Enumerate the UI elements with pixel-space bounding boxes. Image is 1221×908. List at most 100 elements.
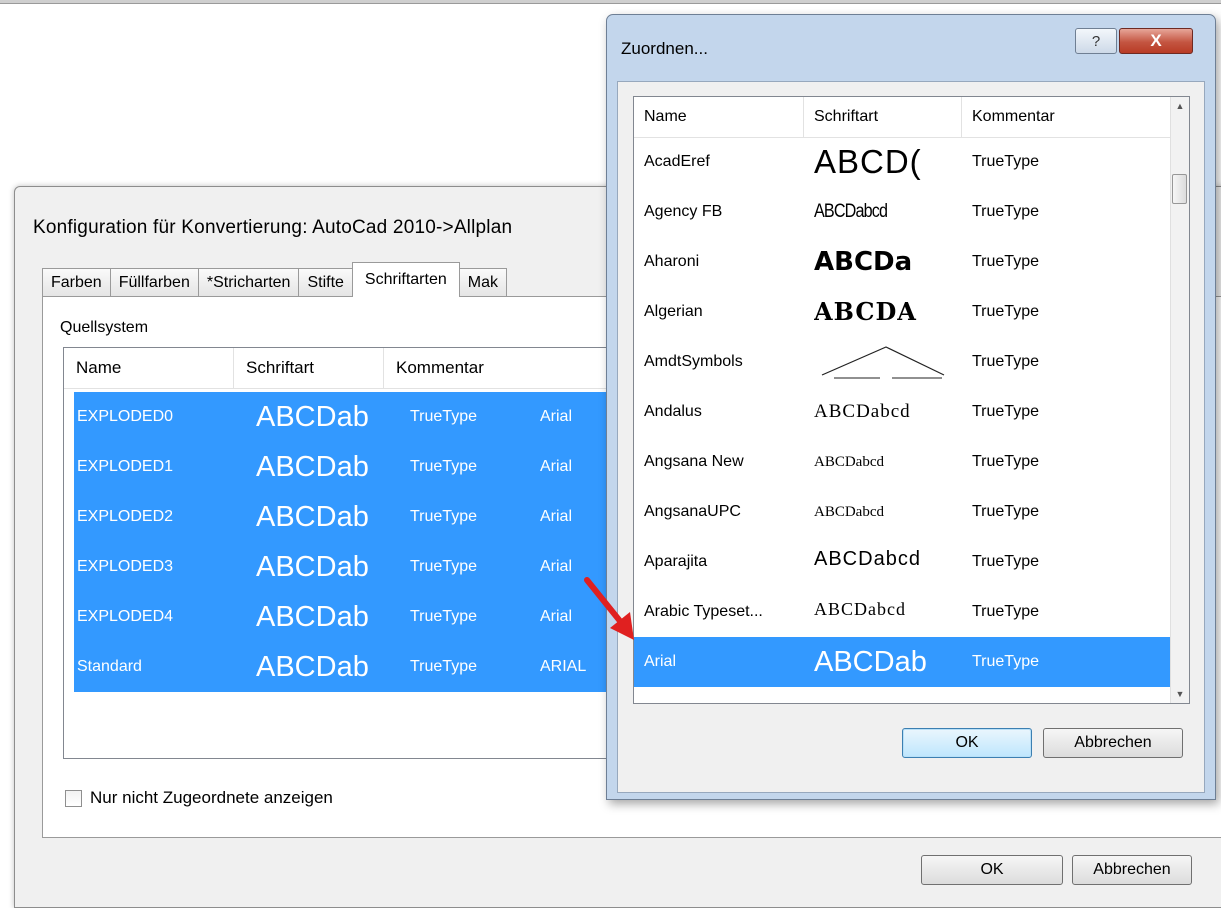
- column-header-comment[interactable]: Kommentar: [962, 97, 1172, 137]
- font-comment: TrueType: [972, 603, 1039, 620]
- font-name: Algerian: [644, 303, 703, 320]
- column-header-font[interactable]: Schriftart: [804, 97, 962, 137]
- source-system-label: Quellsystem: [60, 319, 149, 336]
- scroll-up-icon[interactable]: ▲: [1171, 97, 1189, 115]
- unassigned-only-checkbox[interactable]: [65, 789, 82, 807]
- ok-button[interactable]: OK: [902, 728, 1032, 758]
- target-font-list[interactable]: Name Schriftart Kommentar AcadEref ABCD(…: [633, 96, 1190, 704]
- font-preview: ABCDab: [256, 601, 369, 633]
- list-item[interactable]: Algerian ABCDA TrueType: [634, 287, 1172, 337]
- font-comment: TrueType: [972, 553, 1039, 570]
- font-comment: TrueType: [972, 453, 1039, 470]
- font-name: Aparajita: [644, 553, 708, 570]
- row-comment: TrueType: [410, 658, 477, 675]
- font-name: Arial: [644, 653, 677, 670]
- close-icon: X: [1150, 31, 1162, 50]
- tab-fuellfarben[interactable]: Füllfarben: [109, 268, 199, 297]
- cancel-button[interactable]: Abbrechen: [1043, 728, 1183, 758]
- row-name: EXPLODED1: [77, 458, 174, 475]
- column-header-font[interactable]: Schriftart: [234, 348, 384, 388]
- row-name: EXPLODED3: [77, 558, 174, 575]
- tab-strip: Farben Füllfarben *Stricharten Stifte Sc…: [42, 262, 507, 297]
- font-name: Arabic Typeset...: [644, 603, 763, 620]
- list-item[interactable]: AmdtSymbols TrueType: [634, 337, 1172, 387]
- symbol-preview: [814, 337, 956, 387]
- font-comment: TrueType: [972, 303, 1039, 320]
- row-comment: TrueType: [410, 558, 477, 575]
- tab-farben[interactable]: Farben: [42, 268, 111, 297]
- font-preview: ABCDab: [256, 451, 369, 483]
- scroll-down-icon[interactable]: ▼: [1171, 685, 1189, 703]
- list-item[interactable]: AcadEref ABCD( TrueType: [634, 137, 1172, 187]
- font-preview: ABCDabcd: [814, 548, 921, 570]
- column-header-name[interactable]: Name: [634, 97, 804, 137]
- font-preview: ABCDabcd: [814, 201, 888, 222]
- font-preview: ABCDa: [814, 247, 913, 277]
- row-comment: TrueType: [410, 508, 477, 525]
- font-comment: TrueType: [972, 403, 1039, 420]
- font-preview: ABCDab: [256, 651, 369, 683]
- font-comment: TrueType: [972, 253, 1039, 270]
- tab-stifte[interactable]: Stifte: [298, 268, 353, 297]
- font-preview: ABCD(: [814, 143, 922, 180]
- assign-dialog-title: Zuordnen...: [621, 39, 708, 58]
- font-name: AngsanaUPC: [644, 503, 741, 520]
- row-comment: TrueType: [410, 608, 477, 625]
- list-item[interactable]: Aparajita ABCDabcd TrueType: [634, 537, 1172, 587]
- font-comment: TrueType: [972, 653, 1039, 670]
- unassigned-only-label: Nur nicht Zugeordnete anzeigen: [90, 788, 333, 807]
- font-preview: ABCDA: [814, 297, 917, 326]
- font-preview: ABCDab: [814, 646, 927, 678]
- row-comment: TrueType: [410, 408, 477, 425]
- font-comment: TrueType: [972, 153, 1039, 170]
- tab-schriftarten[interactable]: Schriftarten: [351, 262, 460, 297]
- close-button[interactable]: X: [1119, 28, 1193, 54]
- cancel-button[interactable]: Abbrechen: [1072, 855, 1192, 885]
- font-name: Agency FB: [644, 203, 723, 220]
- list-item[interactable]: Arabic Typeset... ABCDabcd TrueType: [634, 587, 1172, 637]
- font-preview: ABCDab: [256, 401, 369, 433]
- help-icon: ?: [1091, 32, 1101, 50]
- source-font-list[interactable]: Name Schriftart Kommentar EXPLODED0 ABCD…: [63, 347, 685, 759]
- scroll-thumb[interactable]: [1172, 174, 1187, 204]
- unassigned-only-option[interactable]: Nur nicht Zugeordnete anzeigen: [65, 788, 333, 808]
- font-preview: ABCDabcd: [814, 454, 884, 470]
- font-preview: ABCDabcd: [814, 599, 906, 619]
- font-preview: ABCDabcd: [814, 401, 911, 422]
- help-button[interactable]: ?: [1075, 28, 1117, 54]
- ok-button[interactable]: OK: [921, 855, 1063, 885]
- assign-dialog: Zuordnen... ? X Name Schriftart Kommenta…: [606, 14, 1216, 800]
- table-row[interactable]: EXPLODED2 ABCDab TrueType Arial: [74, 492, 684, 542]
- list-item[interactable]: Angsana New ABCDabcd TrueType: [634, 437, 1172, 487]
- list-item-selected[interactable]: Arial ABCDab TrueType: [634, 637, 1172, 687]
- table-row[interactable]: EXPLODED0 ABCDab TrueType Arial: [74, 392, 684, 442]
- list-item[interactable]: AngsanaUPC ABCDabcd TrueType: [634, 487, 1172, 537]
- tab-makros[interactable]: Mak: [458, 268, 507, 297]
- list-item[interactable]: Andalus ABCDabcd TrueType: [634, 387, 1172, 437]
- font-preview: ABCDab: [256, 501, 369, 533]
- tab-stricharten[interactable]: *Stricharten: [197, 268, 300, 297]
- table-row[interactable]: EXPLODED1 ABCDab TrueType Arial: [74, 442, 684, 492]
- font-name: Andalus: [644, 403, 702, 420]
- font-name: Angsana New: [644, 453, 744, 470]
- list-header: Name Schriftart Kommentar: [64, 348, 684, 389]
- font-comment: TrueType: [972, 503, 1039, 520]
- dialog-title: Konfiguration für Konvertierung: AutoCad…: [33, 217, 513, 238]
- vertical-scrollbar[interactable]: ▲ ▼: [1170, 97, 1189, 703]
- list-item[interactable]: Aharoni ABCDa TrueType: [634, 237, 1172, 287]
- red-arrow-icon: [584, 577, 634, 640]
- font-name: AcadEref: [644, 153, 710, 170]
- row-name: Standard: [77, 658, 142, 675]
- font-preview: ABCDabcd: [814, 504, 884, 520]
- row-name: EXPLODED0: [77, 408, 174, 425]
- background-window-edge: [0, 0, 1221, 4]
- source-rows: EXPLODED0 ABCDab TrueType Arial EXPLODED…: [74, 392, 684, 692]
- row-comment: TrueType: [410, 458, 477, 475]
- symbol-glyph-icon: [821, 346, 945, 379]
- column-header-name[interactable]: Name: [64, 348, 234, 388]
- font-comment: TrueType: [972, 353, 1039, 370]
- table-row[interactable]: Standard ABCDab TrueType ARIAL: [74, 642, 684, 692]
- font-preview: ABCDab: [256, 551, 369, 583]
- row-name: EXPLODED2: [77, 508, 174, 525]
- list-item[interactable]: Agency FB ABCDabcd TrueType: [634, 187, 1172, 237]
